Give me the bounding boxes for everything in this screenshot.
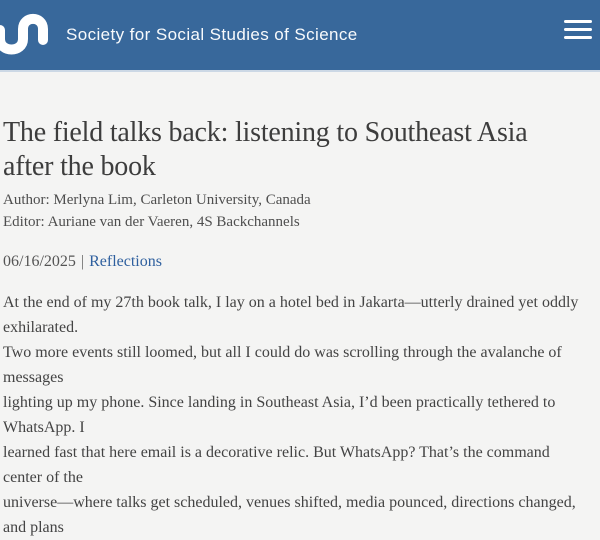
author-line: Author: Merlyna Lim, Carleton University…	[3, 192, 311, 208]
article: The field talks back: listening to South…	[0, 116, 600, 540]
article-title: The field talks back: listening to South…	[3, 117, 528, 182]
article-meta: 06/16/2025 | Reflections	[3, 251, 590, 273]
publish-date: 06/16/2025	[3, 253, 76, 270]
site-header: Society for Social Studies of Science	[0, 0, 600, 72]
4s-wave-logo-icon	[0, 13, 48, 55]
hamburger-menu-button[interactable]	[564, 20, 592, 39]
article-body: At the end of my 27th book talk, I lay o…	[3, 294, 579, 536]
meta-separator: |	[80, 253, 85, 270]
hamburger-bar	[564, 28, 592, 31]
article-byline: Author: Merlyna Lim, Carleton University…	[3, 189, 590, 233]
category-link[interactable]: Reflections	[89, 253, 162, 270]
editor-line: Editor: Auriane van der Vaeren, 4S Backc…	[3, 214, 300, 230]
site-logo-link[interactable]	[0, 0, 50, 70]
page: { "header": { "brand": "Society for Soci…	[0, 0, 600, 536]
site-title: Society for Social Studies of Science	[66, 25, 358, 44]
hamburger-bar	[564, 20, 592, 23]
hamburger-bar	[564, 36, 592, 39]
